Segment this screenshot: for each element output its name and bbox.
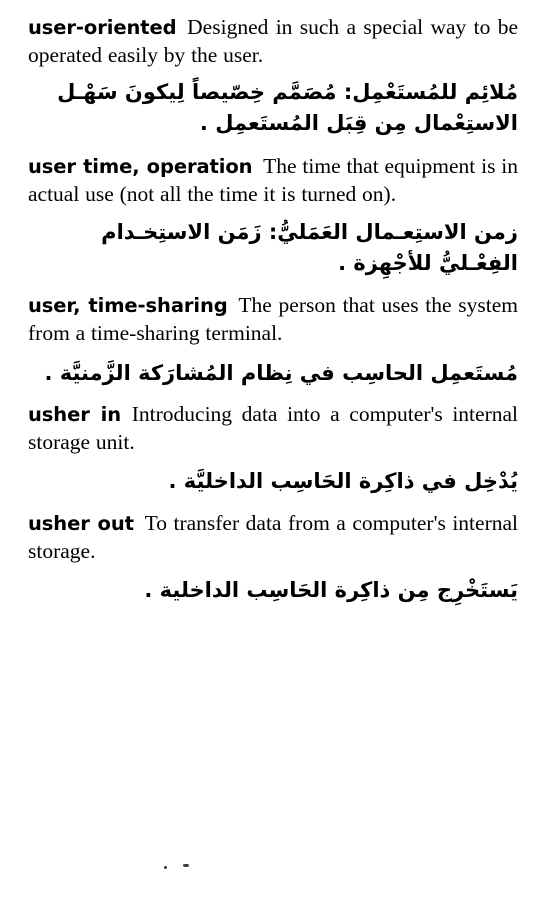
dictionary-entry: user-oriented Designed in such a special … (28, 14, 518, 139)
dictionary-entry: usher in Introducing data into a computer… (28, 401, 518, 497)
entry-definition-block: usher in Introducing data into a computer… (28, 401, 518, 457)
entry-definition-block: user-oriented Designed in such a special … (28, 14, 518, 70)
entry-arabic-translation: مُستَعمِل الحاسِب في نِظام المُشارَكة ال… (44, 360, 518, 385)
dictionary-entry: user, time-sharing The person that uses t… (28, 292, 518, 389)
entry-arabic-translation: مُلائِم للمُستَعْمِل: مُصَمَّم خِصّيصاً … (57, 79, 518, 135)
scan-speck (183, 864, 189, 867)
entry-definition-block: usher out To transfer data from a compute… (28, 510, 518, 566)
dictionary-page: user-oriented Designed in such a special … (0, 0, 538, 900)
entry-definition-block: user time, operation The time that equipm… (28, 153, 518, 209)
scan-speck (164, 866, 167, 869)
entry-arabic-translation: زمن الاستِعـمال العَمَليُّ: زَمَن الاستِ… (101, 219, 518, 275)
entry-arabic-translation: يَستَخْرِج مِن ذاكِرة الحَاسِب الداخلية … (144, 577, 518, 602)
entry-headword: usher in (28, 403, 122, 427)
entry-headword: user-oriented (28, 16, 177, 39)
entry-definition-block: user, time-sharing The person that uses t… (28, 292, 518, 348)
entry-headword: user time, operation (28, 155, 253, 179)
dictionary-entry: usher out To transfer data from a compute… (28, 510, 518, 606)
entry-headword: user, time-sharing (28, 294, 228, 318)
dictionary-entry: user time, operation The time that equipm… (28, 153, 518, 279)
entry-headword: usher out (28, 511, 134, 535)
entry-column: user-oriented Designed in such a special … (28, 14, 518, 617)
entry-arabic-translation: يُدْخِل في ذاكِرة الحَاسِب الداخليَّة . (168, 468, 518, 493)
